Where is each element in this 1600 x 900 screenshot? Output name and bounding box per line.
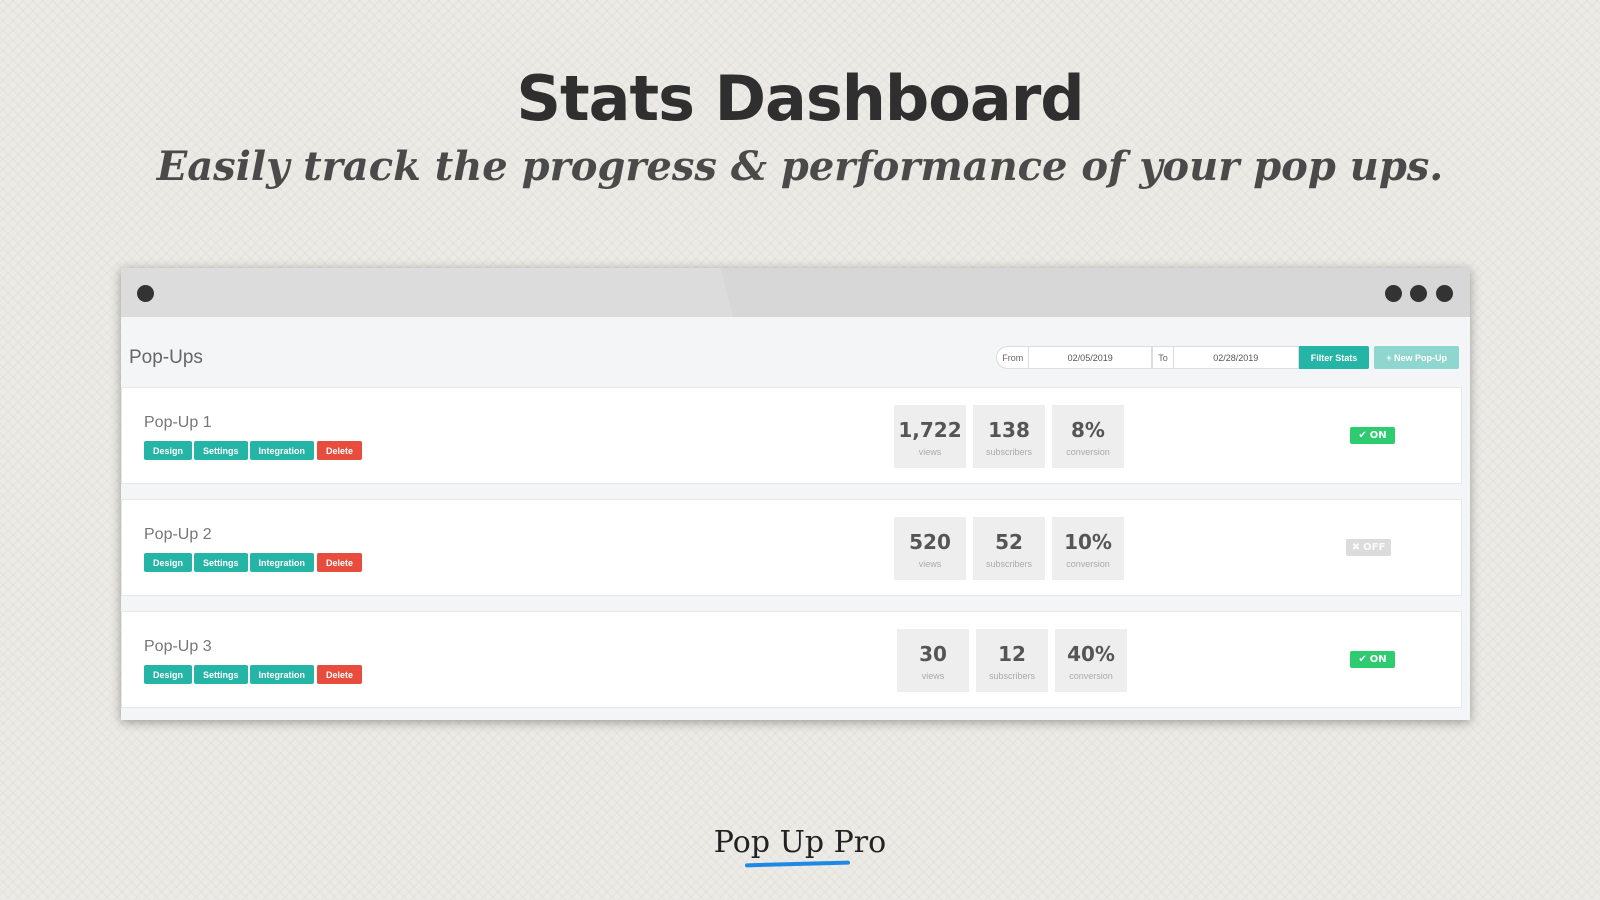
- views-value: 1,722: [898, 418, 962, 442]
- from-date-input[interactable]: [1029, 346, 1153, 369]
- check-icon: ✔: [1358, 654, 1367, 665]
- views-stat: 30 views: [897, 629, 969, 692]
- subscribers-stat: 12 subscribers: [976, 629, 1048, 692]
- to-date-input[interactable]: [1173, 346, 1299, 369]
- integration-button[interactable]: Integration: [249, 553, 315, 572]
- conversion-value: 8%: [1071, 418, 1105, 442]
- panel-header: Pop-Ups From To Filter Stats + New Pop-U…: [121, 317, 1470, 387]
- subscribers-stat: 138 subscribers: [973, 405, 1045, 468]
- window-menu-dot-icon[interactable]: [1410, 285, 1427, 302]
- status-label: OFF: [1363, 542, 1386, 553]
- views-label: views: [921, 671, 945, 681]
- subscribers-value: 12: [998, 642, 1026, 666]
- conversion-stat: 40% conversion: [1055, 629, 1127, 692]
- status-label: ON: [1369, 654, 1387, 665]
- conversion-stat: 10% conversion: [1052, 517, 1124, 580]
- subscribers-label: subscribers: [985, 559, 1032, 569]
- popup-stats: 1,722 views 138 subscribers 8% conversio…: [894, 405, 1124, 468]
- page-title: Pop-Ups: [129, 347, 203, 368]
- popup-card: Pop-Up 1 Design Settings Integration Del…: [121, 387, 1462, 484]
- settings-button[interactable]: Settings: [194, 665, 248, 684]
- popup-name: Pop-Up 1: [144, 414, 212, 431]
- check-icon: ✔: [1358, 430, 1367, 441]
- views-label: views: [918, 447, 942, 457]
- popup-stats: 520 views 52 subscribers 10% conversion: [894, 517, 1124, 580]
- status-label: ON: [1369, 430, 1387, 441]
- status-toggle[interactable]: ✔ ON: [1350, 651, 1395, 668]
- popup-card: Pop-Up 3 Design Settings Integration Del…: [121, 611, 1462, 708]
- date-filter-bar: From To Filter Stats + New Pop-Up: [996, 346, 1459, 369]
- conversion-value: 40%: [1067, 642, 1115, 666]
- subscribers-value: 138: [988, 418, 1030, 442]
- views-stat: 1,722 views: [894, 405, 966, 468]
- conversion-stat: 8% conversion: [1052, 405, 1124, 468]
- integration-button[interactable]: Integration: [249, 665, 315, 684]
- popup-name: Pop-Up 2: [144, 526, 212, 543]
- status-toggle[interactable]: ✔ ON: [1350, 427, 1395, 444]
- x-icon: ✖: [1351, 542, 1361, 553]
- views-stat: 520 views: [894, 517, 966, 580]
- subscribers-label: subscribers: [988, 671, 1035, 681]
- conversion-label: conversion: [1069, 671, 1113, 681]
- window-control-dot-icon[interactable]: [137, 285, 154, 302]
- views-label: views: [918, 559, 942, 569]
- delete-button[interactable]: Delete: [317, 441, 363, 460]
- design-button[interactable]: Design: [144, 553, 193, 572]
- popup-card: Pop-Up 2 Design Settings Integration Del…: [121, 499, 1462, 596]
- browser-tab: [121, 268, 733, 317]
- hero-title: Stats Dashboard: [516, 62, 1084, 135]
- design-button[interactable]: Design: [144, 441, 193, 460]
- views-value: 520: [909, 530, 951, 554]
- popup-actions: Design Settings Integration Delete: [144, 665, 363, 684]
- to-label: To: [1152, 346, 1174, 369]
- views-value: 30: [919, 642, 947, 666]
- subscribers-label: subscribers: [985, 447, 1032, 457]
- brand-underline: [744, 860, 851, 868]
- new-popup-button[interactable]: + New Pop-Up: [1374, 346, 1459, 369]
- window-menu-dot-icon[interactable]: [1436, 285, 1453, 302]
- subscribers-stat: 52 subscribers: [973, 517, 1045, 580]
- conversion-value: 10%: [1064, 530, 1112, 554]
- popup-actions: Design Settings Integration Delete: [144, 441, 363, 460]
- window-menu-dot-icon[interactable]: [1385, 285, 1402, 302]
- popup-stats: 30 views 12 subscribers 40% conversion: [897, 629, 1127, 692]
- from-label: From: [996, 346, 1030, 369]
- brand-logo: Pop Up Pro: [713, 825, 887, 860]
- popup-name: Pop-Up 3: [144, 638, 212, 655]
- subscribers-value: 52: [995, 530, 1023, 554]
- conversion-label: conversion: [1066, 447, 1110, 457]
- delete-button[interactable]: Delete: [317, 553, 363, 572]
- filter-stats-button[interactable]: Filter Stats: [1298, 346, 1370, 369]
- design-button[interactable]: Design: [144, 665, 193, 684]
- hero-subtitle: Easily track the progress & performance …: [156, 143, 1444, 190]
- settings-button[interactable]: Settings: [194, 441, 248, 460]
- settings-button[interactable]: Settings: [194, 553, 248, 572]
- popup-actions: Design Settings Integration Delete: [144, 553, 363, 572]
- browser-window: Pop-Ups From To Filter Stats + New Pop-U…: [121, 268, 1470, 720]
- window-titlebar: [121, 268, 1470, 317]
- conversion-label: conversion: [1066, 559, 1110, 569]
- integration-button[interactable]: Integration: [249, 441, 315, 460]
- status-toggle[interactable]: ✖ OFF: [1346, 539, 1391, 556]
- delete-button[interactable]: Delete: [317, 665, 363, 684]
